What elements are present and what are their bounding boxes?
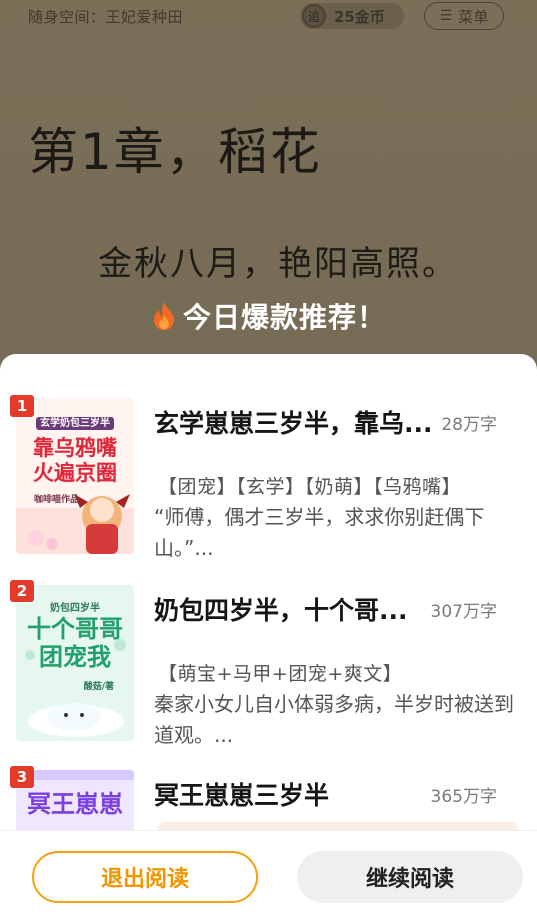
cover-author-text: 咖啡喵作品 bbox=[34, 495, 80, 505]
cover-main-text: 靠乌鸦嘴 火遍京圈 bbox=[33, 436, 117, 485]
book-description: “师傅，偶才三岁半，求求你别赶偶下山。”... bbox=[154, 505, 485, 560]
cover-author-text: 酸菇/著 bbox=[83, 682, 114, 692]
book-title: 奶包四岁半，十个哥... bbox=[154, 596, 408, 625]
recommended-book-2[interactable]: 2 奶包四岁半 十个哥哥 团宠我 酸菇/著 奶包四岁半，十个哥... 307万字… bbox=[0, 580, 537, 755]
book-tags: 【萌宝+马甲+团宠+爽文】 bbox=[158, 663, 403, 685]
book-title: 玄学崽崽三岁半，靠乌... bbox=[154, 409, 433, 438]
cover-top-text: 奶包四岁半 bbox=[50, 603, 100, 614]
continue-reading-button[interactable]: 继续阅读 bbox=[297, 851, 523, 903]
cover-top-text: 玄学奶包三岁半 bbox=[36, 417, 114, 430]
word-count: 28万字 bbox=[441, 415, 497, 435]
coin-icon: 追 bbox=[302, 4, 326, 28]
word-count: 307万字 bbox=[430, 602, 497, 622]
coin-amount: 25金币 bbox=[334, 7, 385, 26]
coin-balance[interactable]: 追 25金币 bbox=[300, 3, 404, 29]
cover-main-text: 十个哥哥 团宠我 bbox=[27, 615, 123, 671]
menu-button[interactable]: ☰ 菜单 bbox=[424, 2, 504, 30]
menu-label: 菜单 bbox=[458, 7, 489, 26]
rank-badge: 2 bbox=[10, 580, 34, 602]
chapter-title: 第1章，稻花 bbox=[28, 123, 322, 181]
rank-badge: 3 bbox=[10, 766, 34, 788]
book-cover: 奶包四岁半 十个哥哥 团宠我 酸菇/著 bbox=[16, 585, 134, 741]
exit-reading-button[interactable]: 退出阅读 bbox=[32, 851, 258, 903]
rank-badge: 1 bbox=[10, 395, 34, 417]
menu-icon: ☰ bbox=[439, 8, 453, 24]
reader-topbar: 随身空间：王妃爱种田 追 25金币 ☰ 菜单 bbox=[0, 0, 537, 34]
book-title: 冥王崽崽三岁半 bbox=[154, 781, 330, 810]
chapter-body-text: 金秋八月，艳阳高照。 bbox=[98, 244, 458, 284]
promo-heading: 今日爆款推荐！ bbox=[0, 296, 537, 336]
cover-main-text: 冥王崽崽 bbox=[27, 790, 123, 818]
recommended-book-1[interactable]: 1 玄学奶包三岁半 靠乌鸦嘴 火遍京圈 咖啡喵作品 玄学崽崽三岁半，靠乌... … bbox=[0, 395, 537, 568]
book-tags: 【团宠】【玄学】【奶萌】【乌鸦嘴】 bbox=[158, 476, 462, 498]
book-description: 秦家小女儿自小体弱多病，半岁时被送到道观。... bbox=[154, 692, 514, 747]
book-name-label: 随身空间：王妃爱种田 bbox=[28, 8, 184, 26]
promo-heading-text: 今日爆款推荐！ bbox=[182, 301, 386, 334]
bottom-action-bar: 退出阅读 继续阅读 bbox=[0, 830, 537, 922]
fire-icon bbox=[153, 302, 174, 330]
word-count: 365万字 bbox=[430, 787, 497, 807]
book-cover: 玄学奶包三岁半 靠乌鸦嘴 火遍京圈 咖啡喵作品 bbox=[16, 398, 134, 554]
